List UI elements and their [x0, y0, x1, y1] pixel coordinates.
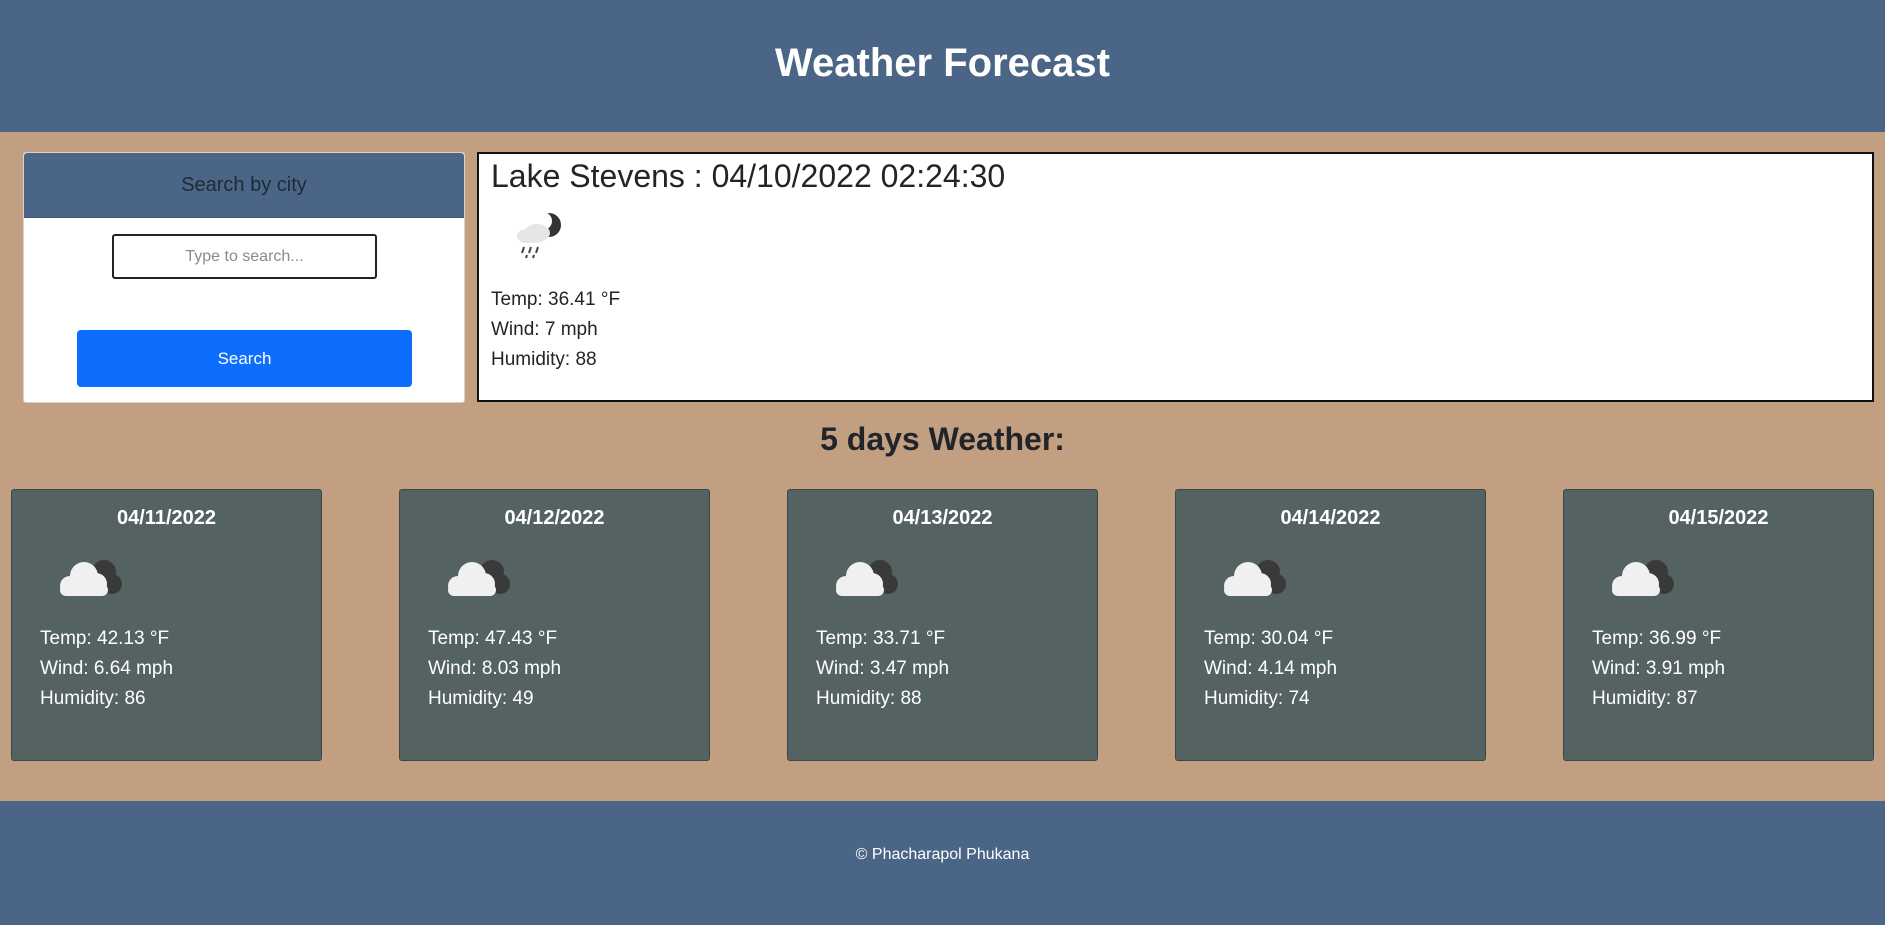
- forecast-temp: Temp: 42.13 °F: [40, 628, 170, 649]
- current-humidity: Humidity: 88: [491, 349, 597, 370]
- city-search-input[interactable]: [112, 234, 377, 279]
- forecast-date: 04/14/2022: [1280, 507, 1381, 529]
- page-header: Weather Forecast: [0, 0, 1885, 132]
- forecast-card: 04/15/2022 Temp: 36.99 °F Wind: 3.91 mph…: [1563, 489, 1874, 761]
- forecast-wind: Wind: 6.64 mph: [40, 658, 174, 679]
- forecast-humidity: Humidity: 49: [428, 688, 534, 709]
- forecast-card: 04/13/2022 Temp: 33.71 °F Wind: 3.47 mph…: [787, 489, 1098, 761]
- page-title: Weather Forecast: [775, 40, 1110, 85]
- forecast-heading: 5 days Weather:: [820, 421, 1065, 457]
- forecast-date: 04/13/2022: [892, 507, 993, 529]
- cloudy-icon: [60, 560, 122, 596]
- forecast-date: 04/15/2022: [1668, 507, 1769, 529]
- search-heading: Search by city: [181, 173, 307, 196]
- forecast-temp: Temp: 47.43 °F: [428, 628, 558, 649]
- forecast-humidity: Humidity: 88: [816, 688, 922, 709]
- forecast-wind: Wind: 8.03 mph: [428, 658, 562, 679]
- rain-night-icon: [517, 212, 561, 259]
- cloudy-icon: [836, 560, 898, 596]
- cloudy-icon: [1224, 560, 1286, 596]
- search-panel-header: Search by city: [24, 153, 464, 218]
- forecast-wind: Wind: 3.47 mph: [816, 658, 950, 679]
- forecast-date: 04/11/2022: [117, 507, 216, 529]
- current-weather-panel: Lake Stevens : 04/10/2022 02:24:30 Temp:…: [477, 152, 1874, 402]
- forecast-date: 04/12/2022: [504, 507, 605, 529]
- search-panel: Search by city Search: [23, 152, 465, 403]
- forecast-card: 04/14/2022 Temp: 30.04 °F Wind: 4.14 mph…: [1175, 489, 1486, 761]
- page-footer: © Phacharapol Phukana: [0, 801, 1885, 925]
- forecast-card: 04/12/2022 Temp: 47.43 °F Wind: 8.03 mph…: [399, 489, 710, 761]
- forecast-wind: Wind: 4.14 mph: [1204, 658, 1338, 679]
- current-weather-title: Lake Stevens : 04/10/2022 02:24:30: [491, 158, 1006, 194]
- forecast-wind: Wind: 3.91 mph: [1592, 658, 1726, 679]
- footer-copyright: © Phacharapol Phukana: [855, 846, 1030, 863]
- forecast-temp: Temp: 36.99 °F: [1592, 628, 1722, 649]
- forecast-temp: Temp: 30.04 °F: [1204, 628, 1334, 649]
- cloudy-icon: [1612, 560, 1674, 596]
- forecast-card: 04/11/2022 Temp: 42.13 °F Wind: 6.64 mph…: [11, 489, 322, 761]
- cloudy-icon: [448, 560, 510, 596]
- forecast-humidity: Humidity: 87: [1592, 688, 1698, 709]
- current-wind: Wind: 7 mph: [491, 319, 598, 340]
- forecast-humidity: Humidity: 74: [1204, 688, 1310, 709]
- search-button[interactable]: Search: [77, 330, 412, 387]
- forecast-temp: Temp: 33.71 °F: [816, 628, 946, 649]
- forecast-humidity: Humidity: 86: [40, 688, 146, 709]
- current-temp: Temp: 36.41 °F: [491, 289, 621, 310]
